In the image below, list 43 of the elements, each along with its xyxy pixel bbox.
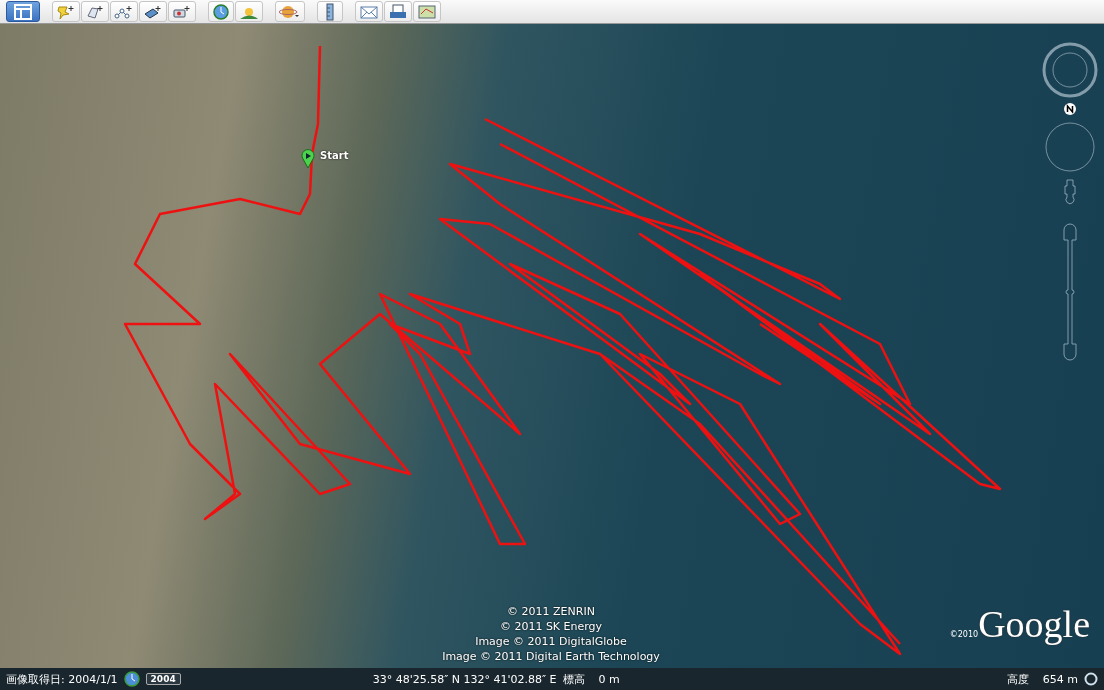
elevation-value: 0 m <box>598 672 620 686</box>
view-in-maps-button[interactable] <box>413 1 441 22</box>
printer-icon <box>388 3 408 20</box>
attribution-text: © 2011 ZENRIN <box>507 604 595 619</box>
attribution-text: Image © 2011 DigitalGlobe <box>475 634 627 649</box>
planet-switch-button[interactable] <box>275 1 305 22</box>
ruler-icon <box>325 2 335 21</box>
pushpin-icon <box>56 3 76 20</box>
elevation-label: 標高 <box>562 671 585 687</box>
clock-icon <box>212 3 230 20</box>
add-placemark-button[interactable] <box>52 1 80 22</box>
coordinates: 33° 48'25.58″ N 132° 41'02.88″ E <box>372 672 557 686</box>
polygon-icon <box>85 3 105 20</box>
add-overlay-button[interactable] <box>139 1 167 22</box>
print-button[interactable] <box>384 1 412 22</box>
ruler-button[interactable] <box>317 1 343 22</box>
altitude-label: 高度 <box>1006 671 1029 687</box>
path-icon <box>114 3 134 20</box>
add-path-button[interactable] <box>110 1 138 22</box>
camera-icon <box>172 3 192 20</box>
image-overlay-icon <box>143 3 163 20</box>
start-marker-icon[interactable] <box>301 149 315 169</box>
marker-label: Start <box>320 150 349 161</box>
loading-ring-icon <box>1084 672 1098 686</box>
map-icon <box>417 3 437 20</box>
envelope-icon <box>359 3 379 20</box>
altitude-value: 654 m <box>1042 672 1078 686</box>
email-button[interactable] <box>355 1 383 22</box>
clock-icon[interactable] <box>123 671 140 687</box>
attribution-text: © 2011 SK Energy <box>499 619 603 634</box>
logo-text: Google <box>978 604 1090 644</box>
record-tour-button[interactable] <box>168 1 196 22</box>
attribution-text: Image © 2011 Digital Earth Technology <box>442 649 660 664</box>
imagery-date: 画像取得日: 2004/1/1 <box>6 671 118 687</box>
timeline-year-button[interactable]: 2004 <box>145 673 181 685</box>
add-polygon-button[interactable] <box>81 1 109 22</box>
sidebar-icon <box>14 3 32 20</box>
planet-icon <box>279 3 301 20</box>
historical-imagery-button[interactable] <box>208 1 234 22</box>
sidebar-toggle-button[interactable] <box>6 1 40 22</box>
sunlight-button[interactable] <box>235 1 263 22</box>
logo-copyright: ©2010 <box>949 630 979 639</box>
look-joystick-icon[interactable] <box>1043 120 1097 174</box>
